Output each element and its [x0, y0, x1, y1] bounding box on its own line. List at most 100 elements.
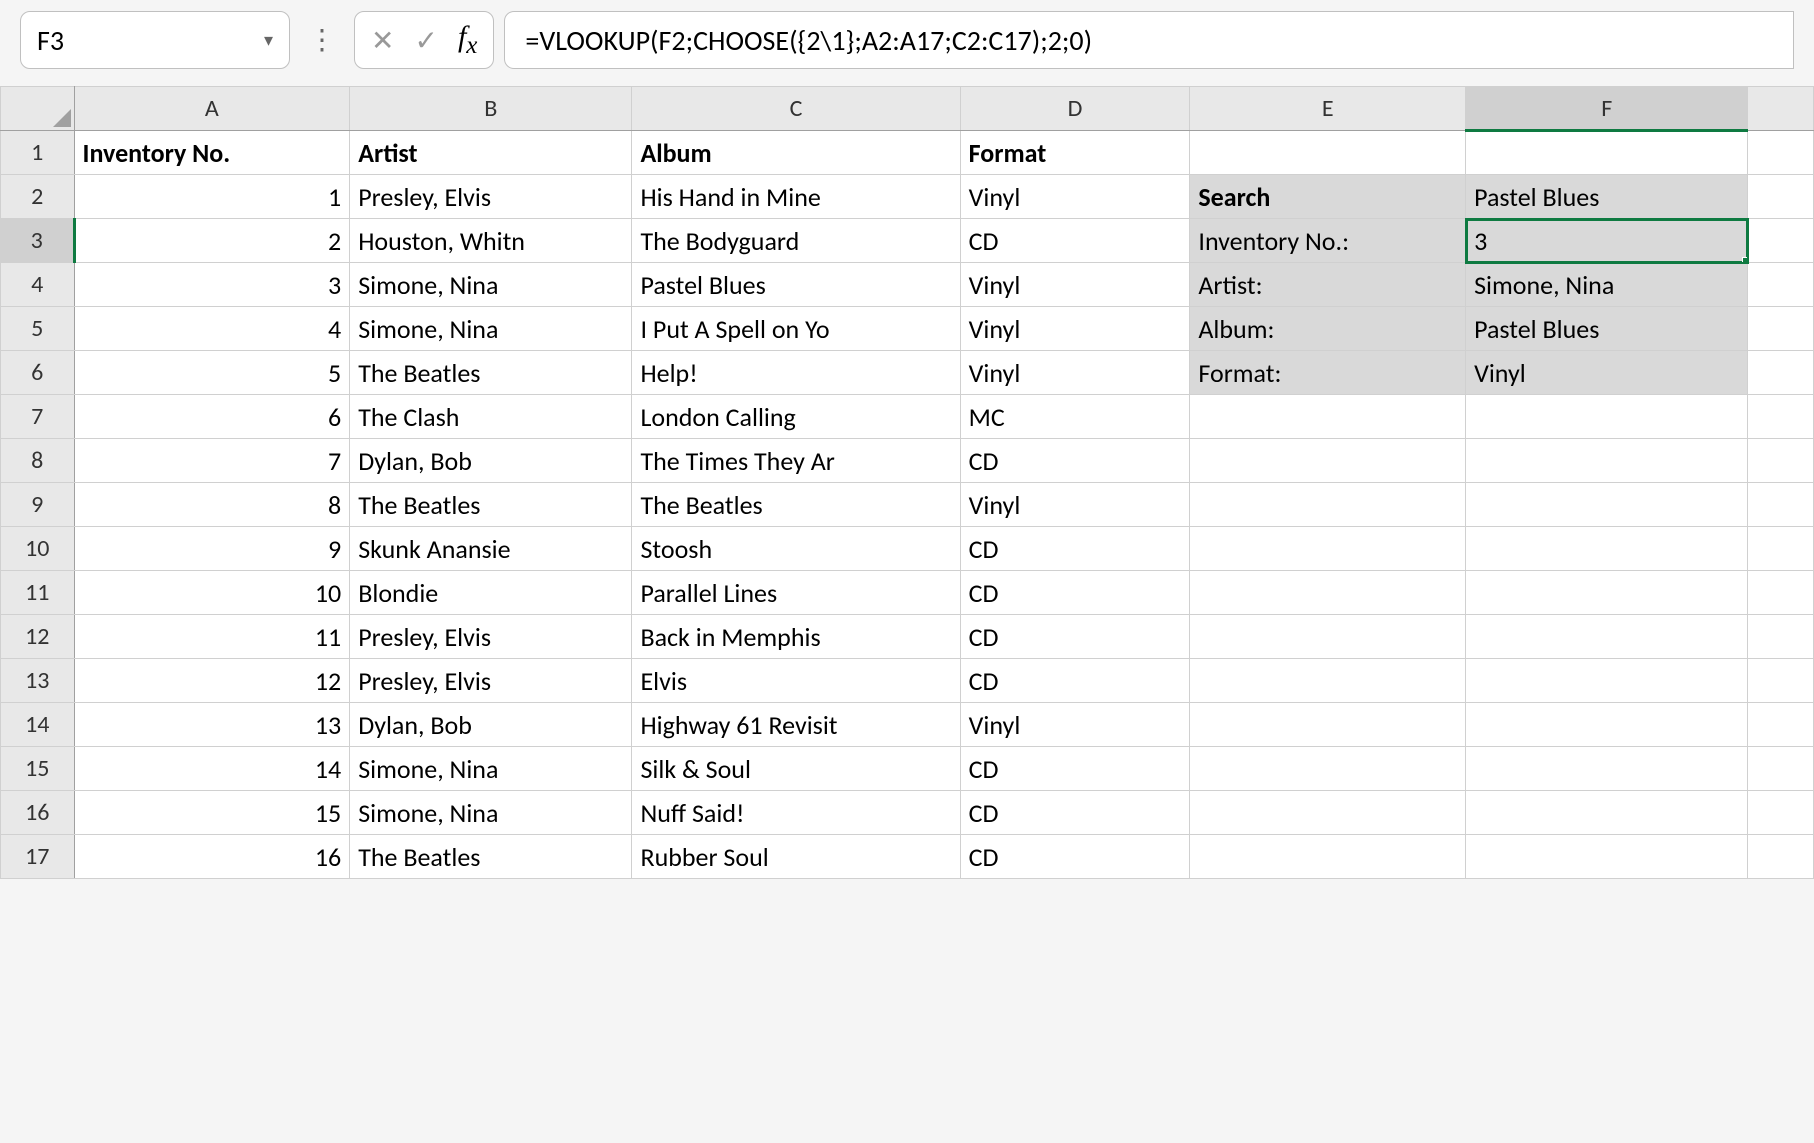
cell-G12[interactable]: [1748, 615, 1814, 659]
cell-F16[interactable]: [1466, 791, 1748, 835]
cell-G11[interactable]: [1748, 571, 1814, 615]
cell-A4[interactable]: 3: [74, 263, 350, 307]
cell-D7[interactable]: MC: [960, 395, 1190, 439]
col-header-C[interactable]: C: [632, 87, 960, 131]
row-header-12[interactable]: 12: [1, 615, 75, 659]
cell-G6[interactable]: [1748, 351, 1814, 395]
cell-E2[interactable]: Search: [1190, 175, 1466, 219]
cell-F9[interactable]: [1466, 483, 1748, 527]
cell-F11[interactable]: [1466, 571, 1748, 615]
row-header-6[interactable]: 6: [1, 351, 75, 395]
cell-A6[interactable]: 5: [74, 351, 350, 395]
cell-B1[interactable]: Artist: [350, 131, 632, 175]
cell-B3[interactable]: Houston, Whitn: [350, 219, 632, 263]
cell-E13[interactable]: [1190, 659, 1466, 703]
cell-C17[interactable]: Rubber Soul: [632, 835, 960, 879]
cell-G14[interactable]: [1748, 703, 1814, 747]
cancel-icon[interactable]: ✕: [371, 23, 394, 58]
cell-A7[interactable]: 6: [74, 395, 350, 439]
cell-C11[interactable]: Parallel Lines: [632, 571, 960, 615]
cell-A14[interactable]: 13: [74, 703, 350, 747]
cell-A11[interactable]: 10: [74, 571, 350, 615]
cell-A2[interactable]: 1: [74, 175, 350, 219]
cell-A17[interactable]: 16: [74, 835, 350, 879]
cell-G4[interactable]: [1748, 263, 1814, 307]
cell-C10[interactable]: Stoosh: [632, 527, 960, 571]
cell-A5[interactable]: 4: [74, 307, 350, 351]
cell-G2[interactable]: [1748, 175, 1814, 219]
select-all-corner[interactable]: [1, 87, 75, 131]
fx-icon[interactable]: fx: [458, 20, 477, 60]
cell-C8[interactable]: The Times They Ar: [632, 439, 960, 483]
cell-D3[interactable]: CD: [960, 219, 1190, 263]
cell-C4[interactable]: Pastel Blues: [632, 263, 960, 307]
cell-D4[interactable]: Vinyl: [960, 263, 1190, 307]
cell-E9[interactable]: [1190, 483, 1466, 527]
cell-C13[interactable]: Elvis: [632, 659, 960, 703]
row-header-16[interactable]: 16: [1, 791, 75, 835]
cell-D6[interactable]: Vinyl: [960, 351, 1190, 395]
cell-B14[interactable]: Dylan, Bob: [350, 703, 632, 747]
cell-A16[interactable]: 15: [74, 791, 350, 835]
cell-A3[interactable]: 2: [74, 219, 350, 263]
cell-D14[interactable]: Vinyl: [960, 703, 1190, 747]
cell-E7[interactable]: [1190, 395, 1466, 439]
cell-B13[interactable]: Presley, Elvis: [350, 659, 632, 703]
row-header-13[interactable]: 13: [1, 659, 75, 703]
cell-E8[interactable]: [1190, 439, 1466, 483]
cell-B6[interactable]: The Beatles: [350, 351, 632, 395]
row-header-11[interactable]: 11: [1, 571, 75, 615]
name-box[interactable]: F3 ▾: [20, 11, 290, 69]
cell-E1[interactable]: [1190, 131, 1466, 175]
cell-B11[interactable]: Blondie: [350, 571, 632, 615]
cell-G8[interactable]: [1748, 439, 1814, 483]
cell-C5[interactable]: I Put A Spell on Yo: [632, 307, 960, 351]
cell-E16[interactable]: [1190, 791, 1466, 835]
cell-C6[interactable]: Help!: [632, 351, 960, 395]
cell-D12[interactable]: CD: [960, 615, 1190, 659]
cell-D10[interactable]: CD: [960, 527, 1190, 571]
cell-C12[interactable]: Back in Memphis: [632, 615, 960, 659]
cell-E5[interactable]: Album:: [1190, 307, 1466, 351]
cell-B7[interactable]: The Clash: [350, 395, 632, 439]
row-header-2[interactable]: 2: [1, 175, 75, 219]
row-header-5[interactable]: 5: [1, 307, 75, 351]
cell-D16[interactable]: CD: [960, 791, 1190, 835]
col-header-D[interactable]: D: [960, 87, 1190, 131]
cell-C2[interactable]: His Hand in Mine: [632, 175, 960, 219]
cell-D2[interactable]: Vinyl: [960, 175, 1190, 219]
cell-F1[interactable]: [1466, 131, 1748, 175]
col-header-B[interactable]: B: [350, 87, 632, 131]
row-header-14[interactable]: 14: [1, 703, 75, 747]
cell-C15[interactable]: Silk & Soul: [632, 747, 960, 791]
row-header-17[interactable]: 17: [1, 835, 75, 879]
cell-C9[interactable]: The Beatles: [632, 483, 960, 527]
cell-A9[interactable]: 8: [74, 483, 350, 527]
name-box-dropdown-icon[interactable]: ▾: [264, 29, 273, 51]
cell-C3[interactable]: The Bodyguard: [632, 219, 960, 263]
row-header-1[interactable]: 1: [1, 131, 75, 175]
cell-G13[interactable]: [1748, 659, 1814, 703]
cell-E12[interactable]: [1190, 615, 1466, 659]
cell-F10[interactable]: [1466, 527, 1748, 571]
row-header-3[interactable]: 3: [1, 219, 75, 263]
cell-F14[interactable]: [1466, 703, 1748, 747]
cell-B8[interactable]: Dylan, Bob: [350, 439, 632, 483]
cell-F6[interactable]: Vinyl: [1466, 351, 1748, 395]
row-header-15[interactable]: 15: [1, 747, 75, 791]
cell-E17[interactable]: [1190, 835, 1466, 879]
row-header-9[interactable]: 9: [1, 483, 75, 527]
cell-F4[interactable]: Simone, Nina: [1466, 263, 1748, 307]
formula-input[interactable]: =VLOOKUP(F2;CHOOSE({2\1};A2:A17;C2:C17);…: [504, 11, 1794, 69]
row-header-4[interactable]: 4: [1, 263, 75, 307]
cell-G16[interactable]: [1748, 791, 1814, 835]
cell-F5[interactable]: Pastel Blues: [1466, 307, 1748, 351]
cell-A13[interactable]: 12: [74, 659, 350, 703]
cell-B12[interactable]: Presley, Elvis: [350, 615, 632, 659]
cell-E11[interactable]: [1190, 571, 1466, 615]
cell-D11[interactable]: CD: [960, 571, 1190, 615]
cell-A1[interactable]: Inventory No.: [74, 131, 350, 175]
kebab-menu-icon[interactable]: ⋮: [300, 32, 344, 49]
col-header-E[interactable]: E: [1190, 87, 1466, 131]
cell-E6[interactable]: Format:: [1190, 351, 1466, 395]
